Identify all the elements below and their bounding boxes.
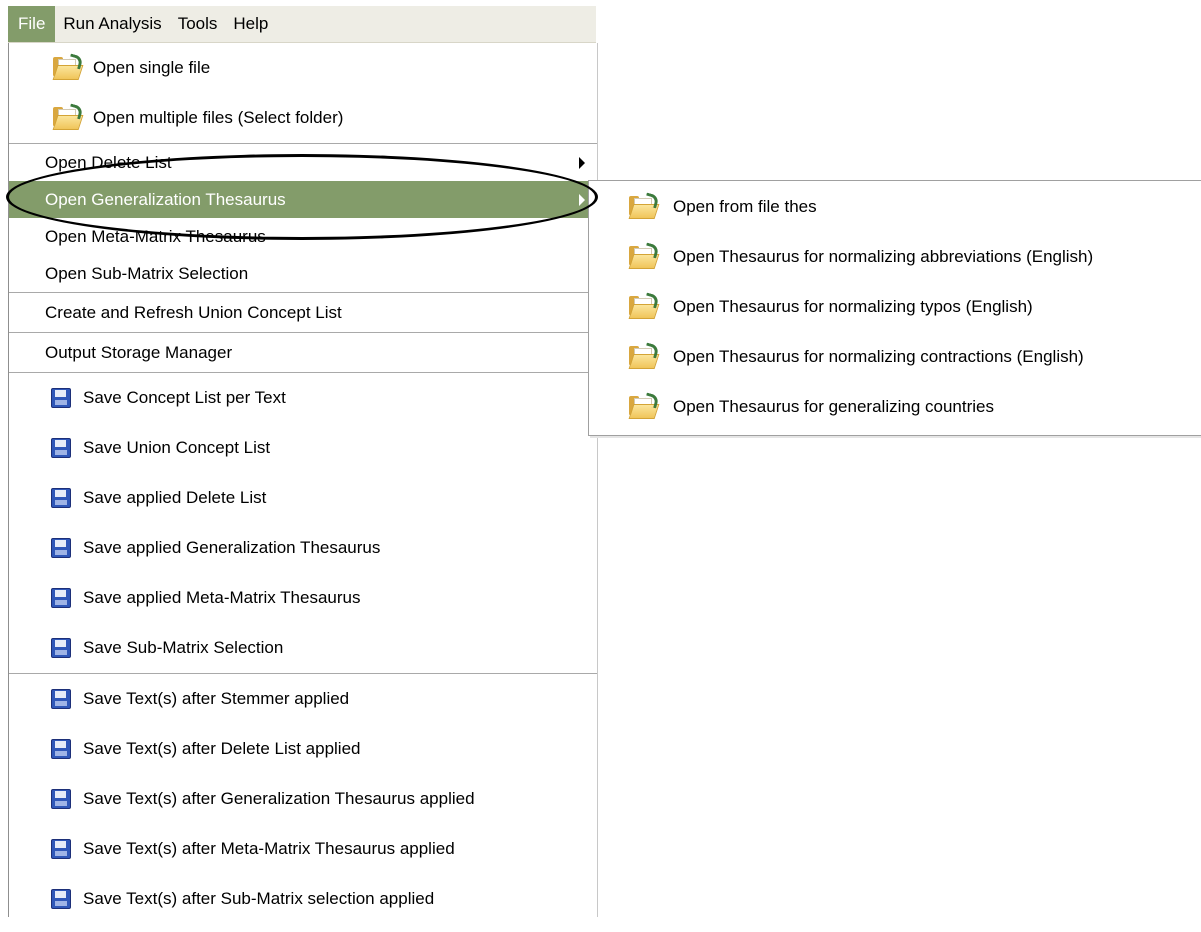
menu-item-label: Open Delete List xyxy=(45,152,172,172)
menu-item-label: Save Text(s) after Stemmer applied xyxy=(83,689,350,708)
menu-item-label: Save Concept List per Text xyxy=(83,388,286,407)
submenu-item-open-from-file[interactable]: Open from file thes xyxy=(589,182,1201,232)
submenu-arrow-icon xyxy=(579,156,585,169)
menu-item-open-generalization-thesaurus[interactable]: Open Generalization Thesaurus xyxy=(9,181,597,218)
storage-group: Output Storage Manager xyxy=(9,333,597,373)
menu-item-save-text-delete-list[interactable]: Save Text(s) after Delete List applied xyxy=(9,724,597,774)
folder-open-icon xyxy=(627,192,660,219)
save-lists-group: Save Concept List per Text Save Union Co… xyxy=(9,373,597,674)
submenu-item-contractions[interactable]: Open Thesaurus for normalizing contracti… xyxy=(589,332,1201,382)
open-lists-group: Open Delete List Open Generalization The… xyxy=(9,144,597,293)
submenu-item-label: Open from file thes xyxy=(673,197,817,216)
open-files-group: Open single file Open multiple files (Se… xyxy=(9,43,597,144)
submenu-item-label: Open Thesaurus for normalizing contracti… xyxy=(673,347,1084,366)
menu-item-open-multiple-files[interactable]: Open multiple files (Select folder) xyxy=(9,93,597,143)
folder-open-icon xyxy=(627,342,660,369)
menu-file[interactable]: File xyxy=(8,6,56,42)
folder-open-icon xyxy=(627,242,660,269)
menu-item-label: Save Text(s) after Sub-Matrix selection … xyxy=(83,889,435,908)
menu-item-label: Save Text(s) after Meta-Matrix Thesaurus… xyxy=(83,839,455,858)
floppy-disk-icon xyxy=(51,588,71,608)
menu-item-label: Open Sub-Matrix Selection xyxy=(45,263,249,283)
menu-item-label: Save applied Meta-Matrix Thesaurus xyxy=(83,588,361,607)
floppy-disk-icon xyxy=(51,839,71,859)
app-window: File Run Analysis Tools Help Open single… xyxy=(0,0,1201,932)
menu-item-create-refresh-union[interactable]: Create and Refresh Union Concept List xyxy=(9,293,597,332)
folder-open-icon xyxy=(627,292,660,319)
menu-item-output-storage-manager[interactable]: Output Storage Manager xyxy=(9,333,597,372)
submenu-item-typos[interactable]: Open Thesaurus for normalizing typos (En… xyxy=(589,282,1201,332)
menu-item-open-meta-matrix-thesaurus[interactable]: Open Meta-Matrix Thesaurus xyxy=(9,218,597,255)
submenu-item-abbreviations[interactable]: Open Thesaurus for normalizing abbreviat… xyxy=(589,232,1201,282)
menu-item-label: Save Union Concept List xyxy=(83,438,271,457)
submenu-item-label: Open Thesaurus for normalizing typos (En… xyxy=(673,297,1033,316)
submenu-item-label: Open Thesaurus for generalizing countrie… xyxy=(673,397,994,416)
menu-item-label: Open multiple files (Select folder) xyxy=(93,108,344,127)
menu-item-save-text-stemmer[interactable]: Save Text(s) after Stemmer applied xyxy=(9,674,597,724)
menu-item-label: Save applied Delete List xyxy=(83,488,267,507)
floppy-disk-icon xyxy=(51,638,71,658)
menu-item-label: Create and Refresh Union Concept List xyxy=(45,302,342,322)
menu-tools[interactable]: Tools xyxy=(170,6,226,42)
menu-item-save-concept-list[interactable]: Save Concept List per Text xyxy=(9,373,597,423)
menu-item-save-delete-list[interactable]: Save applied Delete List xyxy=(9,473,597,523)
floppy-disk-icon xyxy=(51,689,71,709)
file-menu-dropdown: Open single file Open multiple files (Se… xyxy=(8,43,598,917)
menu-item-label: Save Text(s) after Generalization Thesau… xyxy=(83,789,475,808)
menu-help[interactable]: Help xyxy=(225,6,276,42)
menu-item-save-generalization-thesaurus[interactable]: Save applied Generalization Thesaurus xyxy=(9,523,597,573)
floppy-disk-icon xyxy=(51,388,71,408)
union-group: Create and Refresh Union Concept List xyxy=(9,293,597,333)
floppy-disk-icon xyxy=(51,488,71,508)
menu-item-save-union-concept-list[interactable]: Save Union Concept List xyxy=(9,423,597,473)
submenu-item-countries[interactable]: Open Thesaurus for generalizing countrie… xyxy=(589,382,1201,432)
folder-open-icon xyxy=(51,53,84,80)
floppy-disk-icon xyxy=(51,538,71,558)
save-texts-group: Save Text(s) after Stemmer applied Save … xyxy=(9,674,597,924)
floppy-disk-icon xyxy=(51,889,71,909)
menu-bar: File Run Analysis Tools Help xyxy=(8,6,596,43)
menu-item-save-sub-matrix-selection[interactable]: Save Sub-Matrix Selection xyxy=(9,623,597,673)
menu-item-open-single-file[interactable]: Open single file xyxy=(9,43,597,93)
folder-open-icon xyxy=(51,103,84,130)
menu-item-save-text-sub-matrix[interactable]: Save Text(s) after Sub-Matrix selection … xyxy=(9,874,597,924)
menu-item-label: Open Meta-Matrix Thesaurus xyxy=(45,226,266,246)
generalization-thesaurus-submenu: Open from file thes Open Thesaurus for n… xyxy=(588,180,1201,436)
floppy-disk-icon xyxy=(51,438,71,458)
menu-item-save-text-generalization[interactable]: Save Text(s) after Generalization Thesau… xyxy=(9,774,597,824)
menu-item-save-meta-matrix-thesaurus[interactable]: Save applied Meta-Matrix Thesaurus xyxy=(9,573,597,623)
floppy-disk-icon xyxy=(51,789,71,809)
floppy-disk-icon xyxy=(51,739,71,759)
menu-item-label: Save Text(s) after Delete List applied xyxy=(83,739,361,758)
folder-open-icon xyxy=(627,392,660,419)
submenu-item-label: Open Thesaurus for normalizing abbreviat… xyxy=(673,247,1094,266)
menu-run-analysis[interactable]: Run Analysis xyxy=(55,6,169,42)
menu-item-save-text-meta-matrix[interactable]: Save Text(s) after Meta-Matrix Thesaurus… xyxy=(9,824,597,874)
menu-item-label: Open Generalization Thesaurus xyxy=(45,189,286,209)
menu-item-open-delete-list[interactable]: Open Delete List xyxy=(9,144,597,181)
menu-item-label: Save applied Generalization Thesaurus xyxy=(83,538,381,557)
menu-item-open-sub-matrix-selection[interactable]: Open Sub-Matrix Selection xyxy=(9,255,597,292)
menu-item-label: Open single file xyxy=(93,58,211,77)
menu-item-label: Save Sub-Matrix Selection xyxy=(83,638,284,657)
submenu-arrow-icon xyxy=(579,193,585,206)
menu-item-label: Output Storage Manager xyxy=(45,342,233,362)
